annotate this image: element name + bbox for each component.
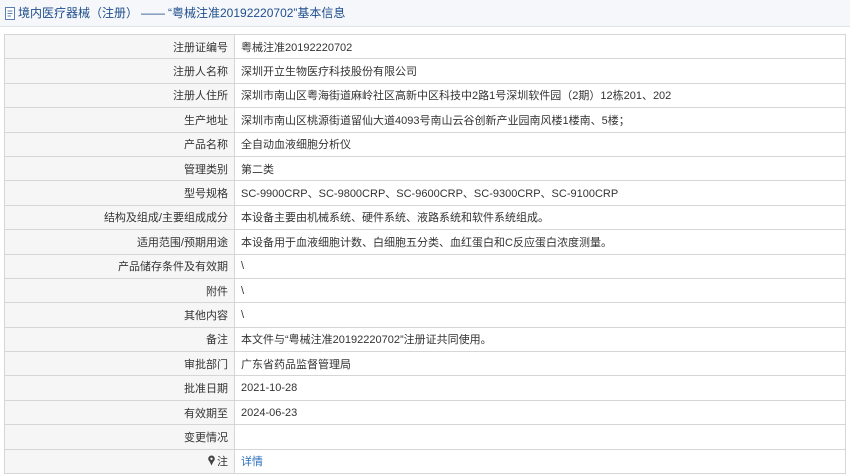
- table-row: 管理类别 第二类: [4, 155, 846, 182]
- row-value-changes: [234, 424, 846, 450]
- row-label-attachment: 附件: [4, 277, 235, 304]
- table-row: 产品储存条件及有效期 \: [4, 253, 846, 279]
- row-value-product-name: 全自动血液细胞分析仪: [234, 131, 846, 157]
- row-label-remarks: 备注: [4, 326, 235, 353]
- row-label-approval-date: 批准日期: [4, 375, 235, 401]
- row-label-approval-dept: 审批部门: [4, 351, 235, 377]
- table-row: 附件 \: [4, 277, 846, 304]
- table-row: 注 详情: [4, 448, 846, 475]
- row-label-registrant-address: 注册人住所: [4, 82, 235, 109]
- row-value-production-address: 深圳市南山区桃源街道留仙大道4093号南山云谷创新产业园南风楼1楼南、5楼；: [234, 107, 846, 133]
- row-value-management-class: 第二类: [234, 155, 846, 182]
- table-row: 注册人住所 深圳市南山区粤海街道麻岭社区高新中区科技中2路1号深圳软件园（2期）…: [4, 82, 846, 109]
- row-value-registrant-address: 深圳市南山区粤海街道麻岭社区高新中区科技中2路1号深圳软件园（2期）12栋201…: [234, 82, 846, 109]
- row-value-note: 详情: [234, 448, 846, 475]
- row-label-model-spec: 型号规格: [4, 180, 235, 206]
- row-label-intended-use: 适用范围/预期用途: [4, 229, 235, 255]
- row-label-storage: 产品储存条件及有效期: [4, 253, 235, 279]
- table-row: 备注 本文件与“粤械注准20192220702”注册证共同使用。: [4, 326, 846, 353]
- row-label-structure: 结构及组成/主要组成成分: [4, 204, 235, 231]
- row-value-intended-use: 本设备用于血液细胞计数、白细胞五分类、血红蛋白和C反应蛋白浓度测量。: [234, 229, 846, 255]
- table-row: 注册证编号 粤械注准20192220702: [4, 33, 846, 60]
- table-row: 结构及组成/主要组成成分 本设备主要由机械系统、硬件系统、液路系统和软件系统组成…: [4, 204, 846, 231]
- table-row: 批准日期 2021-10-28: [4, 375, 846, 401]
- row-label-note: 注: [4, 448, 235, 475]
- table-row: 审批部门 广东省药品监督管理局: [4, 351, 846, 377]
- row-value-approval-dept: 广东省药品监督管理局: [234, 351, 846, 377]
- title-subject: “粤械注准20192220702”基本信息: [168, 6, 346, 20]
- row-value-model-spec: SC-9900CRP、SC-9800CRP、SC-9600CRP、SC-9300…: [234, 180, 846, 206]
- title-category: 境内医疗器械（注册）: [18, 6, 139, 20]
- table-row: 其他内容 \: [4, 302, 846, 328]
- page-title-bar: 境内医疗器械（注册） —— “粤械注准20192220702”基本信息: [0, 0, 850, 27]
- row-value-attachment: \: [234, 277, 846, 304]
- note-label-text: 注: [217, 456, 228, 469]
- table-row: 产品名称 全自动血液细胞分析仪: [4, 131, 846, 157]
- row-label-production-address: 生产地址: [4, 107, 235, 133]
- table-row: 注册人名称 深圳开立生物医疗科技股份有限公司: [4, 58, 846, 84]
- row-value-approval-date: 2021-10-28: [234, 375, 846, 401]
- table-row: 型号规格 SC-9900CRP、SC-9800CRP、SC-9600CRP、SC…: [4, 180, 846, 206]
- table-row: 适用范围/预期用途 本设备用于血液细胞计数、白细胞五分类、血红蛋白和C反应蛋白浓…: [4, 229, 846, 255]
- row-label-management-class: 管理类别: [4, 155, 235, 182]
- row-value-storage: \: [234, 253, 846, 279]
- table-row: 生产地址 深圳市南山区桃源街道留仙大道4093号南山云谷创新产业园南风楼1楼南、…: [4, 107, 846, 133]
- row-value-valid-until: 2024-06-23: [234, 399, 846, 426]
- detail-link[interactable]: 详情: [241, 456, 263, 468]
- row-label-product-name: 产品名称: [4, 131, 235, 157]
- row-label-valid-until: 有效期至: [4, 399, 235, 426]
- row-label-registrant-name: 注册人名称: [4, 58, 235, 84]
- row-value-registrant-name: 深圳开立生物医疗科技股份有限公司: [234, 58, 846, 84]
- table-row: 变更情况: [4, 424, 846, 450]
- row-label-other: 其他内容: [4, 302, 235, 328]
- title-separator: ——: [141, 6, 166, 20]
- row-label-registration-number: 注册证编号: [4, 33, 235, 60]
- pin-icon: [207, 455, 216, 466]
- table-row: 有效期至 2024-06-23: [4, 399, 846, 426]
- row-label-changes: 变更情况: [4, 424, 235, 450]
- row-value-registration-number: 粤械注准20192220702: [234, 33, 846, 60]
- info-table: 注册证编号 粤械注准20192220702 注册人名称 深圳开立生物医疗科技股份…: [4, 33, 846, 475]
- page: 境内医疗器械（注册） —— “粤械注准20192220702”基本信息 注册证编…: [0, 0, 850, 475]
- row-value-other: \: [234, 302, 846, 328]
- document-icon: [4, 6, 16, 20]
- row-value-structure: 本设备主要由机械系统、硬件系统、液路系统和软件系统组成。: [234, 204, 846, 231]
- row-value-remarks: 本文件与“粤械注准20192220702”注册证共同使用。: [234, 326, 846, 353]
